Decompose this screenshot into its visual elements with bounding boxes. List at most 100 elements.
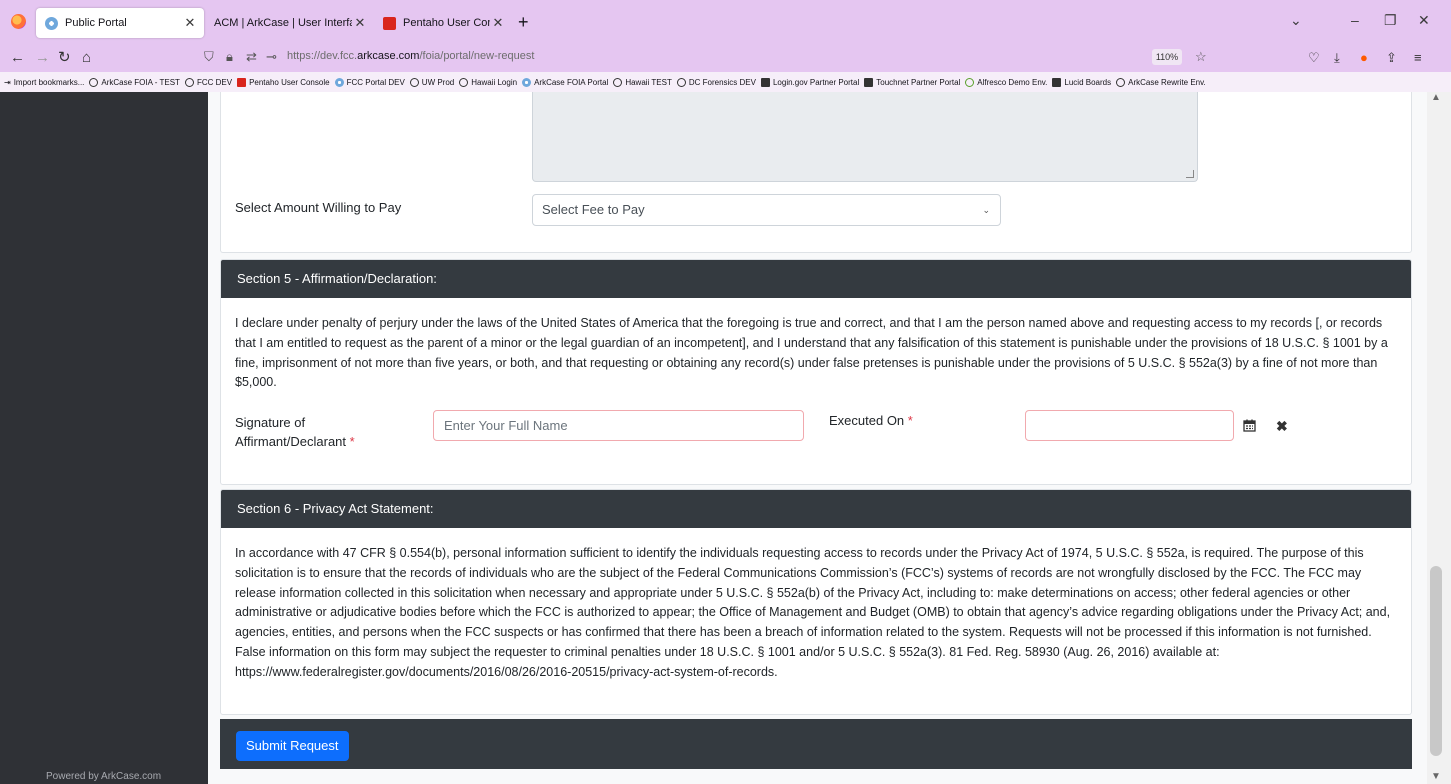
bookmark-item[interactable]: Hawaii TEST xyxy=(613,77,672,87)
required-marker: * xyxy=(349,434,355,449)
restore-icon[interactable]: ❐ xyxy=(1384,12,1397,29)
close-icon[interactable]: ✕ xyxy=(352,15,368,31)
permissions-icon[interactable]: ⇄ xyxy=(246,49,257,65)
executed-on-label: Executed On * xyxy=(829,413,913,428)
pentaho-icon xyxy=(383,16,396,30)
bookmark-label: Pentaho User Console xyxy=(249,77,330,87)
browser-tab-bar: Public Portal ✕ ACM | ArkCase | User Int… xyxy=(0,0,1451,44)
chevron-down-icon: ⌄ xyxy=(982,205,990,215)
tab-list-chevron-icon[interactable]: ⌄ xyxy=(1290,12,1302,29)
privacy-act-text: In accordance with 47 CFR § 0.554(b), pe… xyxy=(235,546,1391,679)
navigation-bar: ← → ↻ ⌂ ⛉ 🔒︎ ⇄ ⊸ https://dev.fcc.arkcase… xyxy=(0,44,1451,72)
import-icon: ⇥ xyxy=(4,77,11,87)
minimize-icon[interactable]: – xyxy=(1351,12,1359,28)
bookmark-label: Hawaii TEST xyxy=(625,77,672,87)
browser-tab-public-portal[interactable]: Public Portal ✕ xyxy=(36,8,204,38)
globe-icon xyxy=(676,77,686,87)
signature-input[interactable]: Enter Your Full Name xyxy=(433,410,804,441)
pocket-icon[interactable]: ♡ xyxy=(1308,48,1320,68)
bookmark-label: UW Prod xyxy=(421,77,455,87)
scroll-down-icon[interactable]: ▼ xyxy=(1431,771,1441,782)
scroll-up-icon[interactable]: ▲ xyxy=(1431,92,1441,103)
bookmark-label: Login.gov Partner Portal xyxy=(772,77,860,87)
tab-label: Public Portal xyxy=(65,17,127,29)
window-close-icon[interactable]: ✕ xyxy=(1418,12,1430,29)
submit-footer-bar xyxy=(220,719,1412,769)
bookmark-label: Lucid Boards xyxy=(1064,77,1112,87)
bookmark-item[interactable]: UW Prod xyxy=(409,77,455,87)
bookmark-item[interactable]: Pentaho User Console xyxy=(237,77,330,87)
bookmark-item[interactable]: FCC Portal DEV xyxy=(334,77,405,87)
login-gov-icon xyxy=(760,77,770,87)
bookmark-item[interactable]: Lucid Boards xyxy=(1052,77,1112,87)
share-icon[interactable]: ⇪ xyxy=(1386,48,1397,68)
bookmark-item[interactable]: FCC DEV xyxy=(184,77,232,87)
browser-tab-acm[interactable]: ACM | ArkCase | User Interface ✕ xyxy=(206,8,374,38)
calendar-icon[interactable] xyxy=(1243,419,1256,435)
globe-icon xyxy=(409,77,419,87)
bookmark-item[interactable]: ArkCase FOIA - TEST xyxy=(89,77,180,87)
clear-date-icon[interactable]: ✖ xyxy=(1276,418,1288,435)
scrollbar-thumb[interactable] xyxy=(1430,566,1442,756)
lucid-icon xyxy=(1052,77,1062,87)
globe-icon xyxy=(89,77,99,87)
url-prefix: https://dev.fcc. xyxy=(287,50,358,62)
url-domain: arkcase.com xyxy=(357,50,420,62)
key-icon[interactable]: ⊸ xyxy=(266,49,277,65)
reload-icon[interactable]: ↻ xyxy=(58,48,71,68)
globe-icon xyxy=(459,77,469,87)
globe-icon xyxy=(613,77,623,87)
portal-icon xyxy=(45,16,58,30)
fee-select[interactable]: Select Fee to Pay ⌄ xyxy=(532,194,1001,226)
shield-icon[interactable]: ⛉ xyxy=(204,49,214,65)
lock-icon[interactable]: 🔒︎ xyxy=(226,49,233,65)
bookmark-label: ArkCase FOIA - TEST xyxy=(101,77,180,87)
zoom-level[interactable]: 110% xyxy=(1152,49,1182,65)
submit-request-button[interactable]: Submit Request xyxy=(236,731,349,761)
portal-icon xyxy=(522,77,532,87)
downloads-icon[interactable]: ⤓ xyxy=(1334,48,1340,68)
bookmark-item[interactable]: ArkCase FOIA Portal xyxy=(522,77,608,87)
bookmark-label: Alfresco Demo Env. xyxy=(977,77,1048,87)
bookmark-item[interactable]: Alfresco Demo Env. xyxy=(965,77,1048,87)
browser-tab-pentaho[interactable]: Pentaho User Console ✕ xyxy=(374,8,512,38)
close-icon[interactable]: ✕ xyxy=(490,15,506,31)
new-tab-icon[interactable]: + xyxy=(518,13,529,31)
touchnet-icon xyxy=(864,77,874,87)
firefox-logo-icon[interactable] xyxy=(11,14,26,29)
bookmark-star-icon[interactable]: ☆ xyxy=(1195,49,1207,65)
home-icon[interactable]: ⌂ xyxy=(82,48,91,68)
bookmark-label: Touchnet Partner Portal xyxy=(876,77,961,87)
section-5-title: Section 5 - Affirmation/Declaration: xyxy=(221,260,1411,298)
menu-icon[interactable]: ≡ xyxy=(1414,48,1422,68)
bookmark-item[interactable]: Hawaii Login xyxy=(459,77,518,87)
bookmarks-bar: ⇥ Import bookmarks... ArkCase FOIA - TEST… xyxy=(0,72,1451,92)
required-marker: * xyxy=(907,413,913,428)
url-path: /foia/portal/new-request xyxy=(419,50,535,62)
url-text[interactable]: https://dev.fcc.arkcase.com/foia/portal/… xyxy=(287,50,534,62)
signature-label-line1: Signature of xyxy=(235,415,306,430)
bookmark-label: Hawaii Login xyxy=(471,77,518,87)
bookmark-item[interactable]: Touchnet Partner Portal xyxy=(864,77,961,87)
pentaho-icon xyxy=(237,77,247,87)
forward-icon[interactable]: → xyxy=(35,48,50,68)
url-bar[interactable]: ⛉ 🔒︎ ⇄ ⊸ https://dev.fcc.arkcase.com/foi… xyxy=(200,46,1225,69)
executed-on-date-input[interactable] xyxy=(1025,410,1234,441)
extension-icon[interactable]: ● xyxy=(1360,48,1368,68)
bookmark-item[interactable]: DC Forensics DEV xyxy=(676,77,756,87)
portal-sidebar xyxy=(0,92,208,784)
affirmation-text: I declare under penalty of perjury under… xyxy=(235,316,1388,390)
alfresco-icon xyxy=(965,77,975,87)
executed-on-text: Executed On xyxy=(829,413,905,428)
bookmark-item[interactable]: ArkCase Rewrite Env. xyxy=(1116,77,1206,87)
tab-label: ACM | ArkCase | User Interface xyxy=(214,17,352,29)
bookmark-item[interactable]: Login.gov Partner Portal xyxy=(760,77,860,87)
request-description-textarea[interactable] xyxy=(532,92,1198,182)
bookmark-item[interactable]: ⇥ Import bookmarks... xyxy=(4,78,84,87)
powered-by-text: Powered by ArkCase.com xyxy=(46,771,162,782)
close-icon[interactable]: ✕ xyxy=(182,15,198,31)
back-icon[interactable]: ← xyxy=(10,48,25,68)
section-6-title: Section 6 - Privacy Act Statement: xyxy=(221,490,1411,528)
resize-handle-icon[interactable] xyxy=(1186,170,1194,178)
signature-placeholder: Enter Your Full Name xyxy=(444,418,568,433)
